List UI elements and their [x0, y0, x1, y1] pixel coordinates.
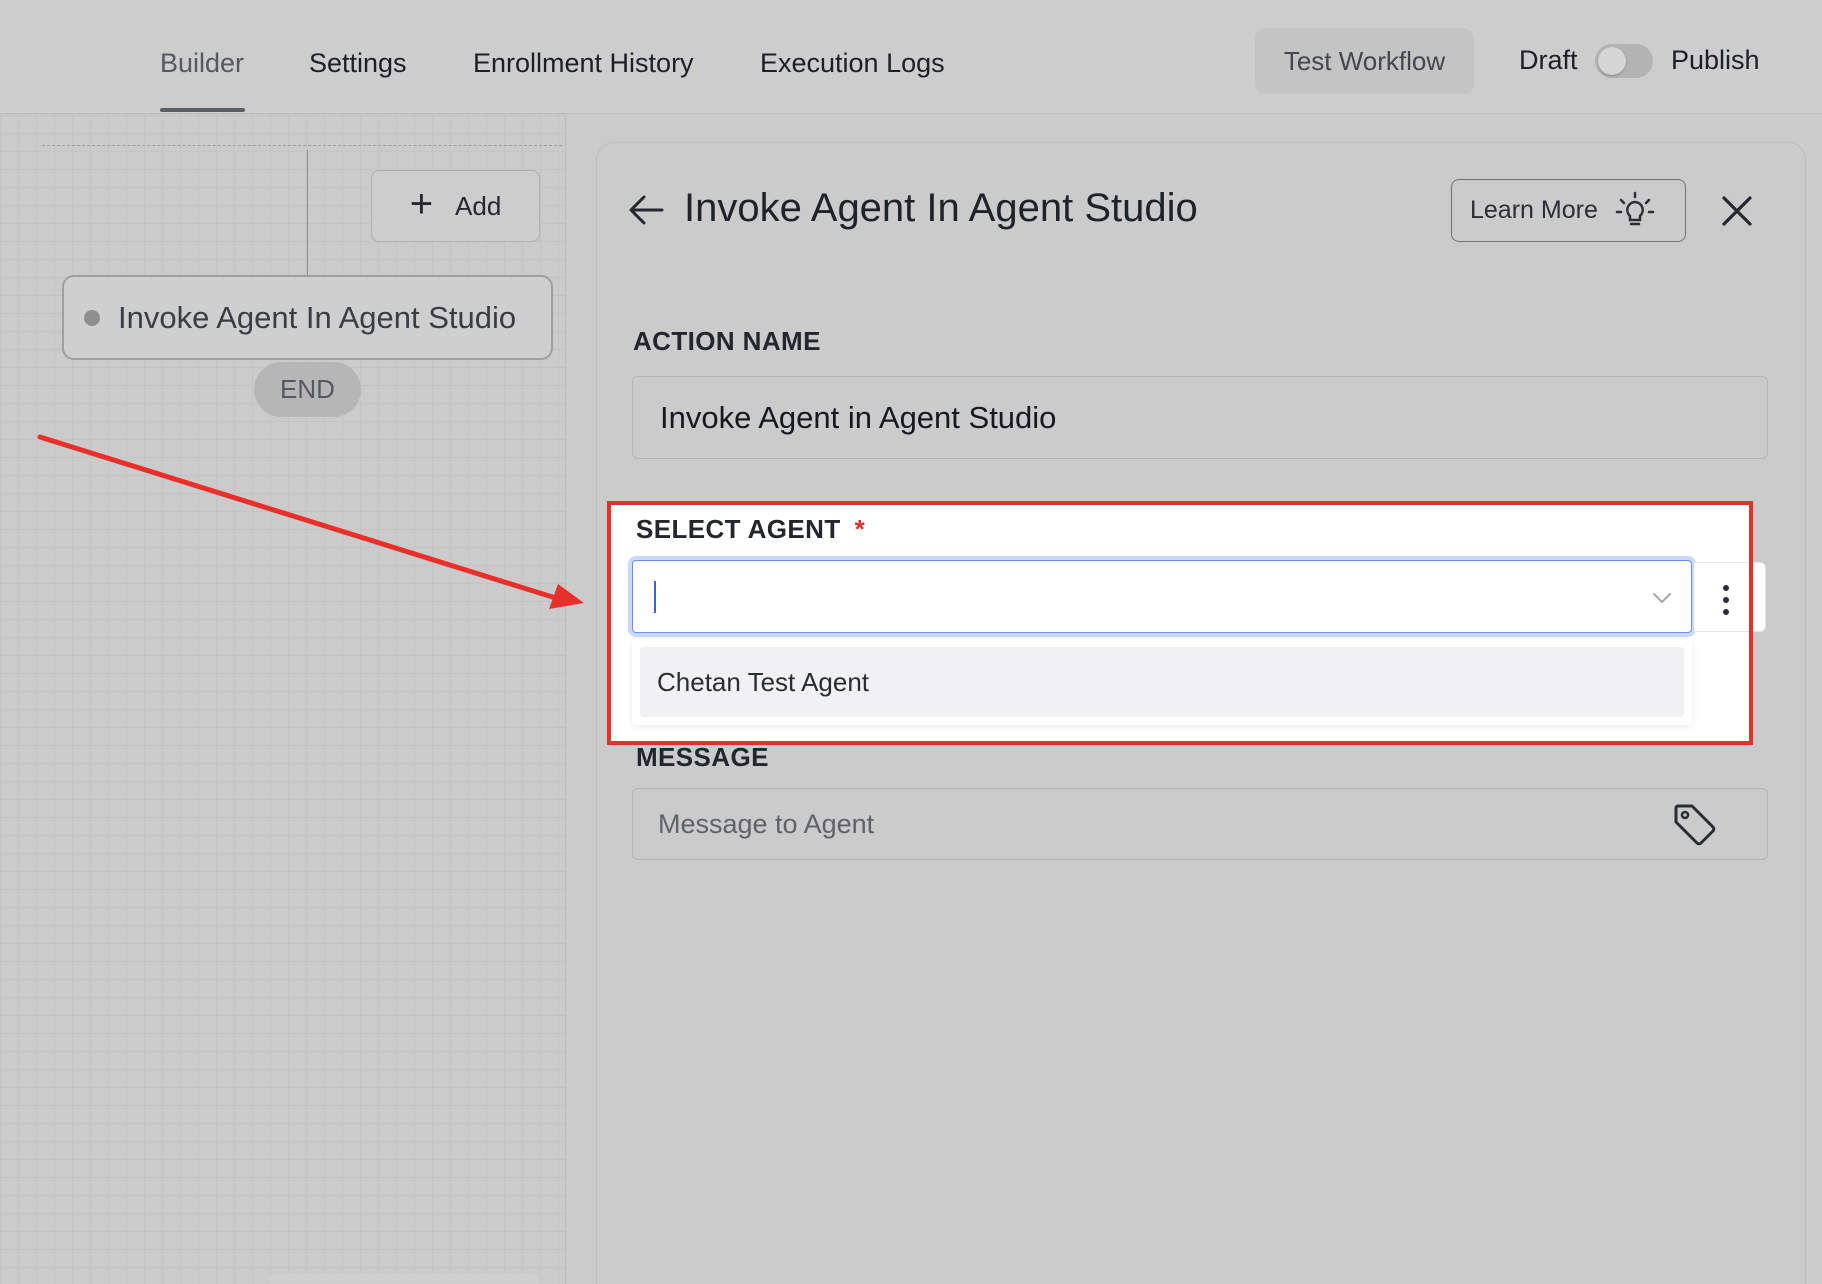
node-connector: [307, 150, 308, 290]
kebab-menu-icon[interactable]: [1716, 580, 1736, 620]
select-agent-dropdown[interactable]: [632, 560, 1692, 633]
message-placeholder: Message to Agent: [658, 808, 875, 839]
plus-icon: +: [409, 182, 434, 226]
tab-enrollment-history[interactable]: Enrollment History: [473, 48, 694, 79]
workflow-node[interactable]: Invoke Agent In Agent Studio: [62, 275, 553, 360]
test-workflow-button[interactable]: Test Workflow: [1255, 28, 1474, 94]
node-label: Invoke Agent In Agent Studio: [118, 299, 517, 335]
publish-label: Publish: [1671, 45, 1760, 75]
add-label: Add: [455, 190, 502, 221]
tab-settings[interactable]: Settings: [309, 48, 407, 79]
agent-options-list: Chetan Test Agent: [632, 639, 1692, 725]
tab-execution-logs[interactable]: Execution Logs: [760, 48, 945, 79]
tab-builder[interactable]: Builder: [160, 48, 244, 79]
back-arrow-icon[interactable]: [626, 190, 666, 230]
agent-option[interactable]: Chetan Test Agent: [640, 647, 1684, 717]
workflow-canvas[interactable]: + Add Invoke Agent In Agent Studio END: [0, 115, 566, 1284]
canvas-toolbar-stub: [270, 1273, 538, 1284]
toggle-knob: [1598, 47, 1626, 75]
node-status-dot: [84, 309, 100, 326]
add-step-button[interactable]: + Add: [371, 170, 540, 242]
lightbulb-icon: [1615, 191, 1655, 225]
tag-icon[interactable]: [1670, 800, 1720, 850]
select-agent-label: SELECT AGENT *: [636, 514, 865, 545]
text-cursor: [654, 581, 656, 613]
panel-title: Invoke Agent In Agent Studio: [684, 186, 1198, 230]
message-input[interactable]: Message to Agent: [632, 788, 1768, 860]
required-asterisk: *: [854, 514, 866, 544]
end-node: END: [254, 362, 361, 417]
top-nav-bar: Builder Settings Enrollment History Exec…: [0, 0, 1822, 114]
action-name-input[interactable]: Invoke Agent in Agent Studio: [632, 376, 1768, 459]
learn-more-button[interactable]: Learn More: [1451, 179, 1686, 242]
active-tab-indicator: [160, 108, 245, 112]
select-agent-label-text: SELECT AGENT: [636, 514, 841, 544]
learn-more-label: Learn More: [1470, 196, 1598, 224]
canvas-dashed-line: [42, 145, 562, 146]
close-icon[interactable]: [1719, 193, 1755, 229]
publish-toggle[interactable]: [1595, 44, 1653, 78]
chevron-down-icon[interactable]: [1651, 587, 1673, 609]
action-name-label: ACTION NAME: [633, 326, 821, 356]
message-label: MESSAGE: [636, 742, 769, 772]
draft-label: Draft: [1519, 45, 1578, 75]
